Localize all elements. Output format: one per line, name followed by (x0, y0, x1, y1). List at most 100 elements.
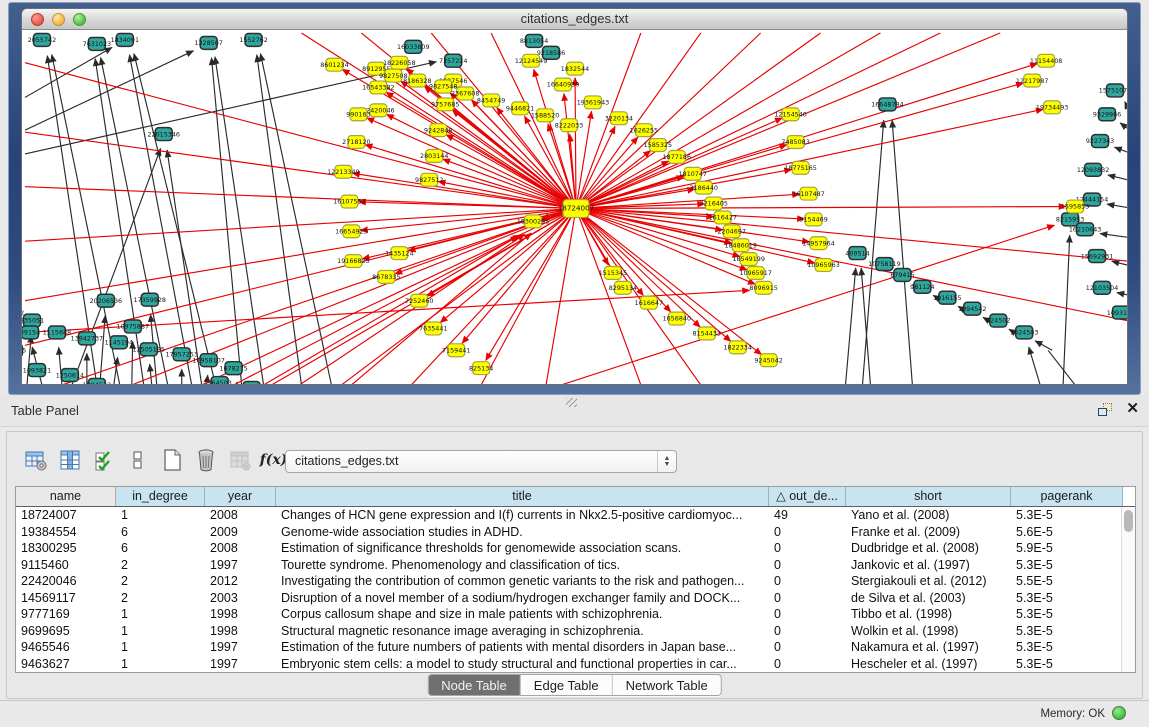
cell-title[interactable]: Estimation of the future numbers of pati… (276, 639, 769, 656)
cell-name[interactable]: 9777169 (16, 606, 116, 623)
cell-in_degree[interactable]: 2 (116, 557, 205, 574)
cell-short[interactable]: Hescheler et al. (1997) (846, 656, 1011, 673)
column-header-title[interactable]: title (276, 487, 769, 506)
citation-edge[interactable] (1048, 350, 1075, 384)
citation-edge-selected[interactable] (575, 78, 576, 209)
cell-short[interactable]: Yano et al. (2008) (846, 507, 1011, 524)
citation-edge-selected[interactable] (576, 208, 641, 384)
cell-pagerank[interactable]: 5.3E-5 (1011, 507, 1121, 524)
cell-out_de[interactable]: 0 (769, 656, 846, 673)
cell-short[interactable]: de Silva et al. (2003) (846, 590, 1011, 607)
citation-edge[interactable] (1125, 102, 1127, 107)
cell-year[interactable]: 1997 (205, 557, 276, 574)
cell-name[interactable]: 19384554 (16, 524, 116, 541)
citation-edge[interactable] (260, 54, 331, 384)
cell-pagerank[interactable]: 5.5E-5 (1011, 573, 1121, 590)
cell-title[interactable]: Genome-wide association studies in ADHD. (276, 524, 769, 541)
table-row[interactable]: 946554611997Estimation of the future num… (16, 639, 1121, 656)
table-mode-icon[interactable] (122, 445, 153, 476)
cell-name[interactable]: 9115460 (16, 557, 116, 574)
dropdown-stepper-icon[interactable]: ▲▼ (657, 451, 676, 472)
cell-year[interactable]: 2008 (205, 507, 276, 524)
cell-in_degree[interactable]: 1 (116, 656, 205, 673)
cell-name[interactable]: 9465546 (16, 639, 116, 656)
cell-out_de[interactable]: 0 (769, 639, 846, 656)
cell-title[interactable]: Embryonic stem cells: a model to study s… (276, 656, 769, 673)
memory-status-icon[interactable] (1112, 706, 1126, 720)
cell-year[interactable]: 1997 (205, 656, 276, 673)
cell-pagerank[interactable]: 5.3E-5 (1011, 606, 1121, 623)
cell-name[interactable]: 18724007 (16, 507, 116, 524)
cell-title[interactable]: Tourette syndrome. Phenomenology and cla… (276, 557, 769, 574)
cell-pagerank[interactable]: 5.6E-5 (1011, 524, 1121, 541)
cell-in_degree[interactable]: 1 (116, 606, 205, 623)
cell-short[interactable]: Tibbo et al. (1998) (846, 606, 1011, 623)
cell-short[interactable]: Wolkin et al. (1998) (846, 623, 1011, 640)
cell-name[interactable]: 22420046 (16, 573, 116, 590)
cell-in_degree[interactable]: 6 (116, 540, 205, 557)
citation-edge[interactable] (1108, 175, 1127, 180)
citation-edge-selected[interactable] (367, 118, 576, 209)
cell-out_de[interactable]: 0 (769, 573, 846, 590)
cell-out_de[interactable]: 0 (769, 590, 846, 607)
table-row[interactable]: 1830029562008Estimation of significance … (16, 540, 1121, 557)
cell-name[interactable]: 18300295 (16, 540, 116, 557)
tab-node-table[interactable]: Node Table (428, 675, 521, 695)
citation-edge-selected[interactable] (486, 208, 576, 360)
column-header-year[interactable]: year (205, 487, 276, 506)
citation-edge[interactable] (25, 51, 194, 130)
citation-edge-selected[interactable] (341, 208, 576, 384)
citation-edge-selected[interactable] (25, 208, 576, 345)
close-panel-icon[interactable]: ✕ (1126, 401, 1139, 417)
table-row[interactable]: 977716911998Corpus callosum shape and si… (16, 606, 1121, 623)
citation-edge[interactable] (1120, 123, 1127, 128)
network-window-titlebar[interactable]: citations_edges.txt (22, 9, 1127, 30)
cell-in_degree[interactable]: 1 (116, 507, 205, 524)
column-header-in_degree[interactable]: in_degree (116, 487, 205, 506)
column-header-short[interactable]: short (846, 487, 1011, 506)
citation-edge-selected[interactable] (386, 114, 576, 208)
cell-year[interactable]: 2008 (205, 540, 276, 557)
cell-year[interactable]: 2012 (205, 573, 276, 590)
citation-edge-selected[interactable] (365, 145, 576, 209)
column-header-pagerank[interactable]: pagerank (1011, 487, 1123, 506)
column-header-name[interactable]: name (16, 487, 116, 506)
minimize-button[interactable] (52, 13, 65, 26)
graph-node[interactable] (243, 382, 260, 384)
cell-out_de[interactable]: 0 (769, 557, 846, 574)
citation-edge[interactable] (101, 58, 168, 384)
cell-short[interactable]: Nakamura et al. (1997) (846, 639, 1011, 656)
cell-pagerank[interactable]: 5.9E-5 (1011, 540, 1121, 557)
table-row[interactable]: 946362711997Embryonic stem cells: a mode… (16, 656, 1121, 673)
cell-out_de[interactable]: 0 (769, 524, 846, 541)
citation-network-graph[interactable]: 2055742763102318340911328507155276216033… (22, 31, 1127, 384)
cell-pagerank[interactable]: 5.3E-5 (1011, 623, 1121, 640)
cell-short[interactable]: Franke et al. (2009) (846, 524, 1011, 541)
citation-edge-selected[interactable] (384, 74, 576, 209)
cell-in_degree[interactable]: 1 (116, 623, 205, 640)
cell-in_degree[interactable]: 2 (116, 590, 205, 607)
citation-edge[interactable] (1029, 347, 1040, 384)
table-row[interactable]: 911546021997Tourette syndrome. Phenomeno… (16, 557, 1121, 574)
network-canvas[interactable]: 2055742763102318340911328507155276216033… (22, 31, 1127, 384)
cell-name[interactable]: 9463627 (16, 656, 116, 673)
cell-year[interactable]: 2009 (205, 524, 276, 541)
table-row[interactable]: 2242004622012Investigating the contribut… (16, 573, 1121, 590)
citation-edge-selected[interactable] (202, 208, 576, 384)
cell-out_de[interactable]: 49 (769, 507, 846, 524)
cell-year[interactable]: 1997 (205, 639, 276, 656)
table-row[interactable]: 1872400712008Changes of HCN gene express… (16, 507, 1121, 524)
select-rows-icon[interactable] (88, 445, 119, 476)
cell-title[interactable]: Estimation of significance thresholds fo… (276, 540, 769, 557)
table-row[interactable]: 969969511998Structural magnetic resonanc… (16, 623, 1121, 640)
citation-edge-selected[interactable] (576, 126, 615, 208)
cell-short[interactable]: Stergiakouli et al. (2012) (846, 573, 1011, 590)
citation-edge[interactable] (1117, 293, 1127, 295)
citation-edge[interactable] (1063, 235, 1070, 384)
citation-edge[interactable] (1112, 261, 1127, 265)
cell-name[interactable]: 14569117 (16, 590, 116, 607)
citation-edge[interactable] (1035, 341, 1052, 351)
column-header-out_de[interactable]: △ out_de... (769, 487, 846, 506)
cell-in_degree[interactable]: 1 (116, 639, 205, 656)
cell-pagerank[interactable]: 5.3E-5 (1011, 557, 1121, 574)
